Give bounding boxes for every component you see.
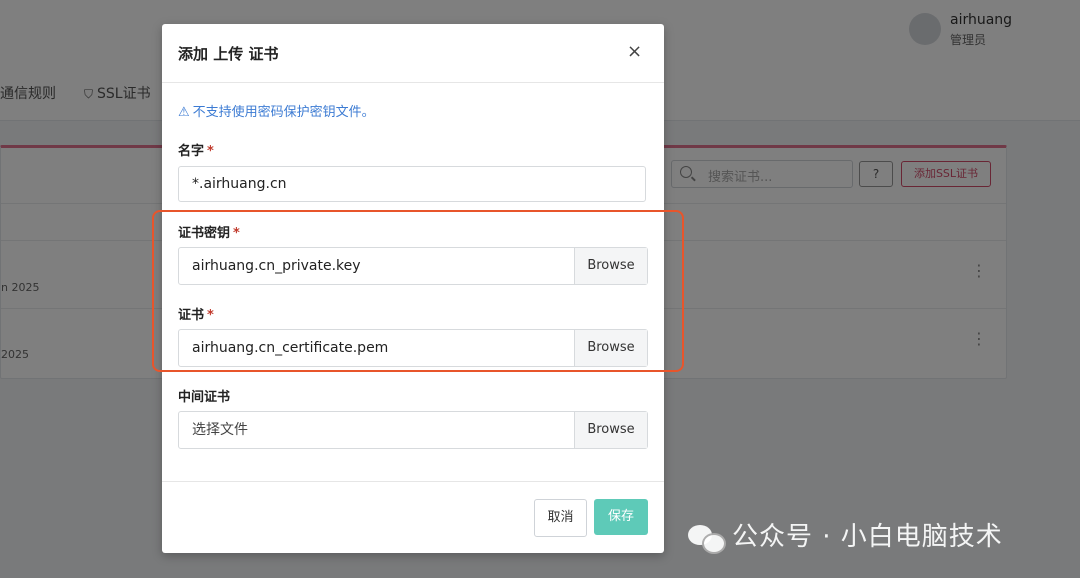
intermediate-label: 中间证书 [178,390,231,405]
name-label-text: 名字 [178,144,205,159]
dialog-header: 添加 上传 证书 × [162,24,664,83]
intermediate-file-input[interactable]: 选择文件 Browse [178,411,648,449]
wechat-icon [688,523,726,554]
name-field[interactable]: *.airhuang.cn [178,166,646,202]
name-label: 名字 * [178,140,214,159]
intermediate-browse-button[interactable]: Browse [574,412,647,448]
warning-icon: ⚠ [178,105,190,120]
warning-text: 不支持使用密码保护密钥文件。 [192,105,375,120]
watermark-text: 公众号 · 小白电脑技术 [732,522,1003,552]
dialog-footer-divider [162,481,664,482]
watermark: 公众号 · 小白电脑技术 [688,516,1003,554]
cancel-button[interactable]: 取消 [534,499,587,537]
save-button[interactable]: 保存 [594,499,648,535]
warning-message: ⚠ 不支持使用密码保护密钥文件。 [178,101,375,120]
required-marker: * [207,144,214,159]
close-icon[interactable]: × [627,41,642,62]
highlight-box [152,210,684,372]
dialog-title: 添加 上传 证书 [178,45,279,63]
intermediate-file-name: 选择文件 [192,422,248,438]
